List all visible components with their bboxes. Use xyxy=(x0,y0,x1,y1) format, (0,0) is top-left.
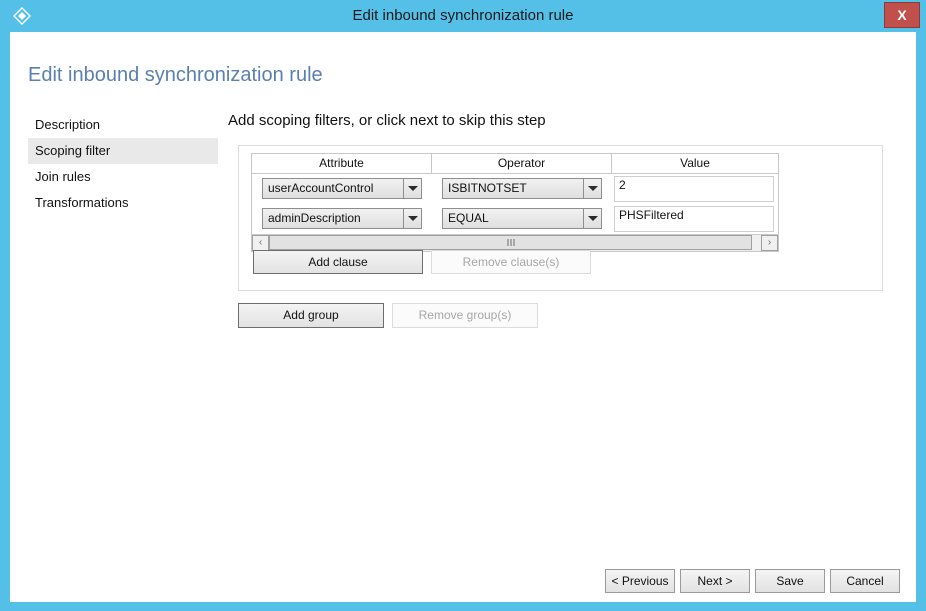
clause-table-header: Attribute Operator Value xyxy=(252,154,778,174)
attribute-dropdown[interactable]: adminDescription xyxy=(262,208,422,229)
add-clause-button[interactable]: Add clause xyxy=(253,250,423,274)
chevron-down-icon[interactable] xyxy=(583,209,601,228)
dialog-footer: < Previous Next > Save Cancel xyxy=(10,559,916,602)
column-header-operator: Operator xyxy=(432,154,612,173)
sidebar-item-transformations[interactable]: Transformations xyxy=(28,190,218,216)
cell-operator: ISBITNOTSET xyxy=(432,174,612,199)
operator-dropdown-value: ISBITNOTSET xyxy=(448,181,527,195)
next-button[interactable]: Next > xyxy=(680,569,750,593)
scrollbar-thumb[interactable] xyxy=(269,235,752,250)
scroll-right-arrow-icon[interactable]: › xyxy=(761,235,778,251)
close-button[interactable]: X xyxy=(884,2,920,28)
scoping-filter-group-panel: Attribute Operator Value userAccountCont… xyxy=(238,145,883,291)
sidebar-item-join-rules[interactable]: Join rules xyxy=(28,164,218,190)
remove-clause-button: Remove clause(s) xyxy=(431,250,591,274)
chevron-down-icon[interactable] xyxy=(403,209,421,228)
remove-group-button: Remove group(s) xyxy=(392,303,538,328)
save-button[interactable]: Save xyxy=(755,569,825,593)
column-header-value: Value xyxy=(680,156,710,170)
step-heading: Add scoping filters, or click next to sk… xyxy=(228,112,546,129)
cancel-button[interactable]: Cancel xyxy=(830,569,900,593)
sidebar-item-label: Join rules xyxy=(35,169,91,184)
value-input[interactable]: 2 xyxy=(614,176,774,202)
wizard-step-nav: Description Scoping filter Join rules Tr… xyxy=(28,112,218,216)
add-group-button[interactable]: Add group xyxy=(238,303,384,328)
sidebar-item-scoping-filter[interactable]: Scoping filter xyxy=(28,138,218,164)
previous-button[interactable]: < Previous xyxy=(605,569,675,593)
horizontal-scrollbar[interactable]: ‹ › xyxy=(252,234,778,251)
page-title: Edit inbound synchronization rule xyxy=(28,64,323,86)
attribute-dropdown[interactable]: userAccountControl xyxy=(262,178,422,199)
scrollbar-track[interactable] xyxy=(269,235,761,251)
title-bar: Edit inbound synchronization rule X xyxy=(0,0,926,32)
sidebar-item-label: Description xyxy=(35,117,101,132)
clause-table: Attribute Operator Value userAccountCont… xyxy=(251,153,779,252)
dialog-client-area: Edit inbound synchronization rule Descri… xyxy=(10,32,916,602)
scrollbar-grip-icon xyxy=(507,239,514,246)
cell-operator: EQUAL xyxy=(432,204,612,229)
cell-attribute: userAccountControl xyxy=(252,174,432,199)
operator-dropdown[interactable]: EQUAL xyxy=(442,208,602,229)
chevron-down-icon[interactable] xyxy=(583,179,601,198)
attribute-dropdown-value: adminDescription xyxy=(268,211,361,225)
cell-attribute: adminDescription xyxy=(252,204,432,229)
operator-dropdown[interactable]: ISBITNOTSET xyxy=(442,178,602,199)
cell-value: 2 xyxy=(612,174,778,202)
window-title: Edit inbound synchronization rule xyxy=(352,7,574,24)
cell-value: PHSFiltered xyxy=(612,204,778,232)
chevron-down-icon[interactable] xyxy=(403,179,421,198)
sidebar-item-description[interactable]: Description xyxy=(28,112,218,138)
table-row: adminDescription EQUAL PHSFiltered xyxy=(252,204,778,234)
operator-dropdown-value: EQUAL xyxy=(448,211,489,225)
sidebar-item-label: Transformations xyxy=(35,195,129,210)
scroll-left-arrow-icon[interactable]: ‹ xyxy=(252,235,269,251)
value-input[interactable]: PHSFiltered xyxy=(614,206,774,232)
dialog-window: Edit inbound synchronization rule X Edit… xyxy=(0,0,926,611)
sidebar-item-label: Scoping filter xyxy=(35,143,111,158)
attribute-dropdown-value: userAccountControl xyxy=(268,181,374,195)
table-row: userAccountControl ISBITNOTSET 2 xyxy=(252,174,778,204)
column-header-attribute: Attribute xyxy=(252,154,432,173)
